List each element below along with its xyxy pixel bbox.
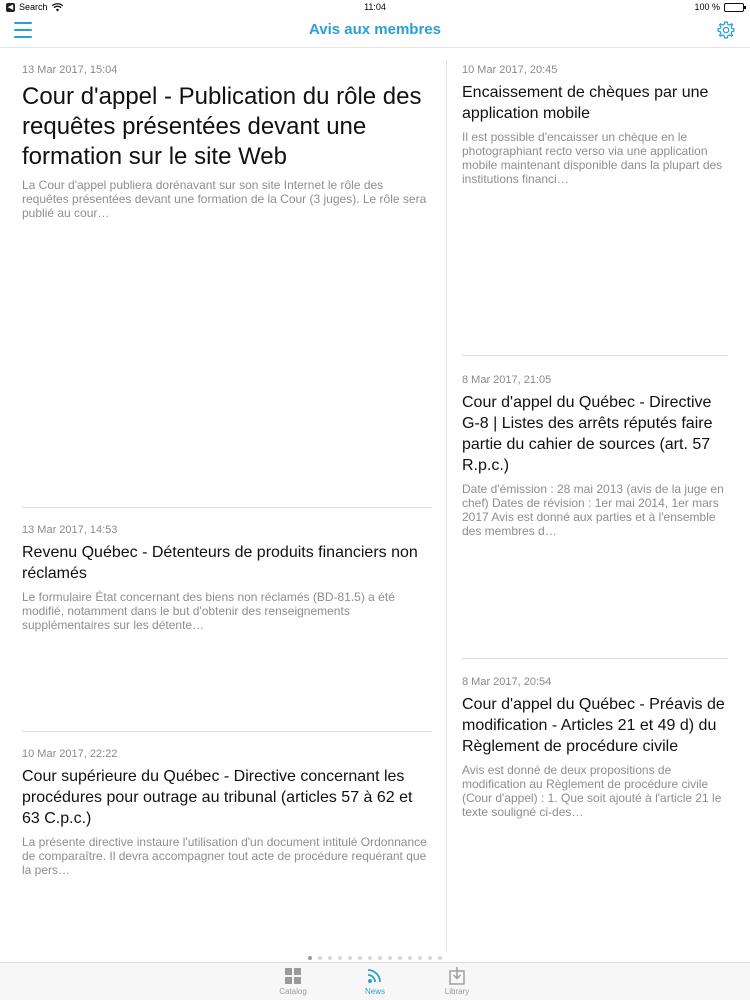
news-item[interactable]: 13 Mar 2017, 14:53 Revenu Québec - Déten…	[22, 524, 432, 632]
tab-label: News	[364, 987, 385, 996]
news-separator	[462, 658, 728, 659]
news-excerpt: La présente directive instaure l'utilisa…	[22, 835, 427, 877]
news-title[interactable]: Revenu Québec - Détenteurs de produits f…	[22, 542, 432, 584]
news-date: 13 Mar 2017, 14:53	[22, 524, 118, 536]
news-excerpt: Avis est donné de deux propositions de m…	[462, 763, 722, 819]
page-dot[interactable]	[348, 956, 352, 960]
news-excerpt: Il est possible d'encaisser un chèque en…	[462, 130, 723, 186]
battery-icon	[724, 2, 746, 12]
news-separator	[22, 731, 432, 732]
news-feed-icon	[367, 969, 381, 983]
page-dot[interactable]	[398, 956, 402, 960]
page-dot[interactable]	[378, 956, 382, 960]
battery-percent: 100 %	[694, 2, 720, 12]
news-item[interactable]: 13 Mar 2017, 15:04 Cour d'appel - Public…	[22, 64, 432, 220]
status-right: 100 %	[694, 2, 746, 12]
carrier-label[interactable]: Search	[19, 2, 48, 12]
news-item[interactable]: 8 Mar 2017, 20:54 Cour d'appel du Québec…	[462, 676, 728, 819]
page-dot[interactable]	[358, 956, 362, 960]
news-date: 10 Mar 2017, 20:45	[462, 64, 558, 76]
navigation-bar: Avis aux membres	[0, 14, 750, 48]
news-title[interactable]: Cour supérieure du Québec - Directive co…	[22, 766, 432, 829]
news-excerpt: Le formulaire État concernant des biens …	[22, 590, 395, 632]
tab-bar: Catalog News Library	[0, 962, 750, 1000]
library-download-icon	[449, 967, 465, 985]
status-bar: ◀ Search 11:04 100 %	[0, 0, 750, 14]
page-dot[interactable]	[438, 956, 442, 960]
news-separator	[462, 355, 728, 356]
news-item[interactable]: 10 Mar 2017, 20:45 Encaissement de chèqu…	[462, 64, 728, 186]
page-indicator[interactable]	[0, 956, 750, 960]
page-dot[interactable]	[408, 956, 412, 960]
back-to-app-icon[interactable]: ◀	[6, 2, 15, 12]
news-title[interactable]: Cour d'appel du Québec - Préavis de modi…	[462, 694, 728, 757]
news-date: 10 Mar 2017, 22:22	[22, 748, 118, 760]
tab-catalog[interactable]: Catalog	[252, 963, 334, 1000]
news-item[interactable]: 10 Mar 2017, 22:22 Cour supérieure du Qu…	[22, 748, 432, 877]
page-dot[interactable]	[318, 956, 322, 960]
gear-icon[interactable]	[716, 20, 736, 40]
page-title: Avis aux membres	[308, 21, 441, 38]
wifi-icon	[51, 2, 63, 11]
status-left: ◀ Search	[6, 2, 63, 12]
news-date: 8 Mar 2017, 20:54	[462, 676, 552, 688]
news-item[interactable]: 8 Mar 2017, 21:05 Cour d'appel du Québec…	[462, 374, 728, 538]
tab-label: Catalog	[279, 987, 307, 996]
news-separator	[22, 507, 432, 508]
news-title[interactable]: Cour d'appel - Publication du rôle des r…	[22, 82, 432, 172]
page-dot[interactable]	[328, 956, 332, 960]
tab-news[interactable]: News	[334, 963, 416, 1000]
news-excerpt: La Cour d'appel publiera dorénavant sur …	[22, 178, 427, 220]
page-dot[interactable]	[368, 956, 372, 960]
column-divider	[446, 60, 447, 952]
page-dot[interactable]	[428, 956, 432, 960]
news-date: 8 Mar 2017, 21:05	[462, 374, 552, 386]
status-time: 11:04	[364, 2, 386, 12]
page-dot[interactable]	[418, 956, 422, 960]
news-title[interactable]: Cour d'appel du Québec - Directive G-8 |…	[462, 392, 728, 476]
news-excerpt: Date d'émission : 28 mai 2013 (avis de l…	[462, 482, 724, 538]
catalog-grid-icon	[285, 968, 301, 984]
page-dot[interactable]	[338, 956, 342, 960]
tab-label: Library	[444, 987, 470, 996]
page-dot[interactable]	[388, 956, 392, 960]
news-date: 13 Mar 2017, 15:04	[22, 64, 118, 76]
page-dot[interactable]	[308, 956, 312, 960]
tab-library[interactable]: Library	[416, 963, 498, 1000]
news-title[interactable]: Encaissement de chèques par une applicat…	[462, 82, 728, 124]
app-screen: ◀ Search 11:04 100 % Avis aux membres 13…	[0, 0, 750, 1000]
